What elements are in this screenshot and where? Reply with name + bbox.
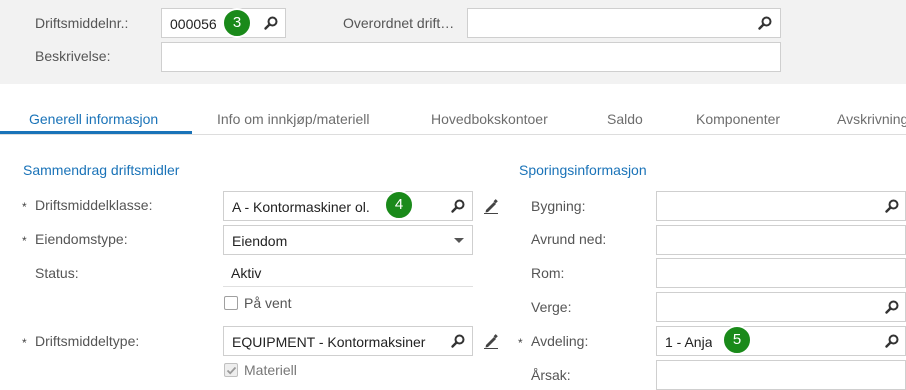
edit-pencil-icon[interactable] — [483, 198, 499, 214]
property-type-value: Eiendom — [232, 233, 288, 249]
edit-pencil-icon[interactable] — [483, 333, 499, 349]
department-field[interactable]: 1 - Anja — [656, 326, 906, 356]
parent-asset-label: Overordnet drift… — [343, 15, 455, 31]
tab-balance[interactable]: Saldo — [607, 109, 643, 129]
search-icon[interactable] — [884, 299, 900, 315]
description-field[interactable] — [161, 42, 781, 72]
required-mark: * — [22, 234, 27, 248]
building-field[interactable] — [656, 191, 906, 221]
building-label: Bygning: — [531, 198, 586, 214]
property-type-select[interactable]: Eiendom — [223, 225, 473, 255]
required-mark: * — [518, 336, 523, 350]
round-down-field[interactable] — [656, 225, 906, 255]
step-badge-4: 4 — [384, 190, 414, 220]
step-badge-5: 5 — [722, 325, 752, 355]
required-mark: * — [22, 200, 27, 214]
tab-gl-accounts[interactable]: Hovedbokskontoer — [431, 109, 548, 129]
description-label: Beskrivelse: — [35, 48, 111, 64]
asset-number-value: 000056 — [170, 16, 217, 32]
guardian-label: Verge: — [531, 299, 572, 315]
on-hold-checkbox[interactable] — [224, 296, 238, 310]
department-label: Avdeling: — [531, 333, 589, 349]
room-label: Rom: — [531, 265, 565, 281]
tab-general-info[interactable]: Generell informasjon — [29, 109, 158, 129]
property-type-label: Eiendomstype: — [35, 231, 128, 247]
status-underline — [223, 286, 473, 287]
material-label: Materiell — [244, 362, 297, 378]
on-hold-label: På vent — [244, 295, 292, 311]
asset-type-value: EQUIPMENT - Kontormaksiner — [232, 334, 426, 350]
checkmark-icon — [226, 366, 237, 375]
room-field[interactable] — [656, 258, 906, 288]
chevron-down-icon — [454, 238, 464, 243]
search-icon[interactable] — [884, 333, 900, 349]
search-icon[interactable] — [757, 15, 773, 31]
search-icon[interactable] — [263, 15, 279, 31]
asset-type-field[interactable]: EQUIPMENT - Kontormaksiner — [223, 326, 473, 356]
tab-depreciation[interactable]: Avskrivning — [837, 109, 906, 129]
reason-label: Årsak: — [531, 367, 571, 383]
asset-class-value: A - Kontormaskiner ol. — [232, 199, 370, 215]
search-icon[interactable] — [884, 198, 900, 214]
asset-type-label: Driftsmiddeltype: — [35, 333, 140, 349]
tracking-section-title: Sporingsinformasjon — [519, 162, 647, 178]
asset-class-field[interactable]: A - Kontormaskiner ol. — [223, 191, 473, 221]
tab-purchase-info[interactable]: Info om innkjøp/materiell — [217, 109, 370, 129]
status-label: Status: — [35, 265, 79, 281]
parent-asset-field[interactable] — [467, 8, 781, 38]
department-value: 1 - Anja — [665, 334, 713, 350]
status-value: Aktiv — [231, 265, 262, 281]
tab-components[interactable]: Komponenter — [696, 109, 780, 129]
step-badge-3: 3 — [222, 8, 252, 38]
search-icon[interactable] — [450, 333, 466, 349]
tab-divider — [0, 134, 906, 135]
material-checkbox — [224, 363, 238, 377]
active-tab-indicator — [0, 131, 192, 134]
asset-number-label: Driftsmiddelnr.: — [35, 15, 129, 31]
asset-class-label: Driftsmiddelklasse: — [35, 197, 153, 213]
guardian-field[interactable] — [656, 292, 906, 322]
search-icon[interactable] — [450, 198, 466, 214]
summary-section-title: Sammendrag driftsmidler — [23, 162, 180, 178]
round-down-label: Avrund ned: — [531, 231, 607, 247]
required-mark: * — [22, 336, 27, 350]
